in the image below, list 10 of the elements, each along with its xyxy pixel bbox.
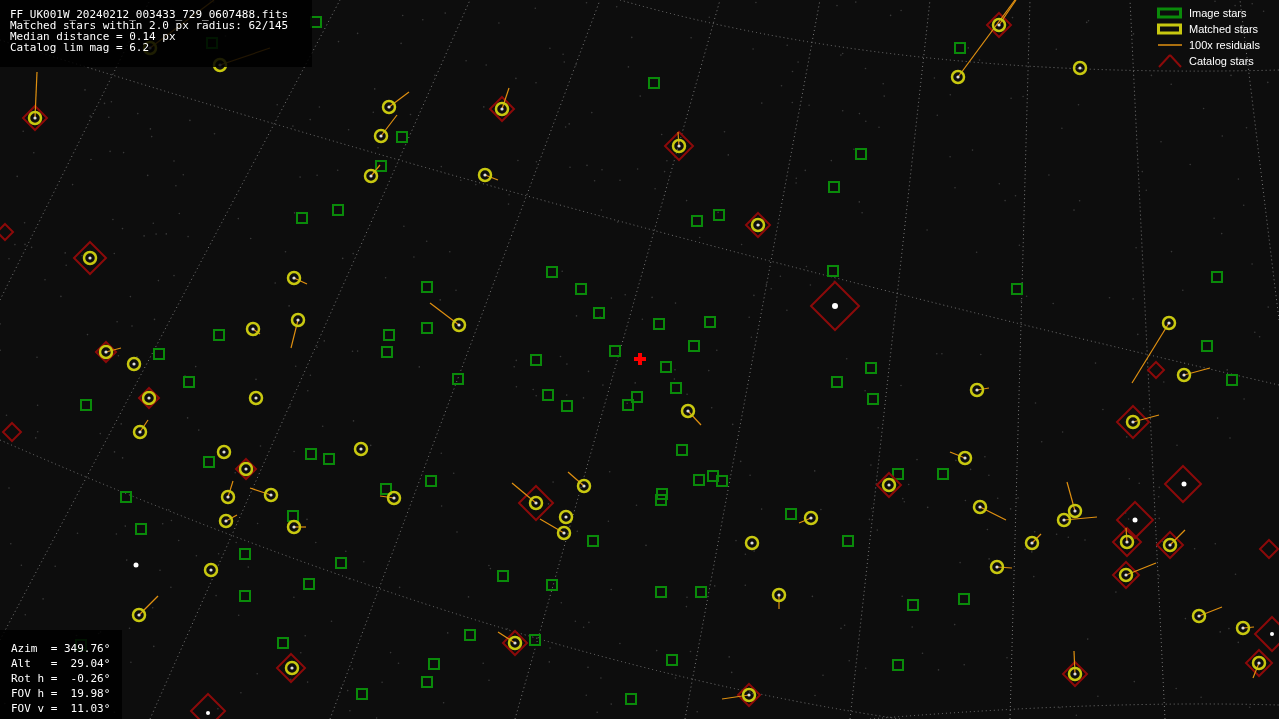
info-panel: FF_UK001W_20240212_003433_729_0607488.fits Matched stars within 2.0 px radius: 62/145 Median distance = 0.14 px Catalog lim mag = 6.2: [0, 0, 312, 67]
legend-label: 100x residuals: [1189, 37, 1260, 53]
matched-star-swatch-icon: [1157, 23, 1183, 35]
legend-label: Image stars: [1189, 5, 1247, 21]
legend-label: Catalog stars: [1189, 53, 1254, 69]
center-cross-icon: [634, 353, 646, 365]
image-star-swatch-icon: [1157, 7, 1183, 19]
legend-label: Matched stars: [1189, 21, 1259, 37]
catalog-star-diamond-icon: [1157, 54, 1183, 68]
pointing-panel: Azim = 349.76° Alt = 29.04° Rot h = -0.26° FOV h = 19.98° FOV v = 11.03°: [0, 630, 122, 719]
